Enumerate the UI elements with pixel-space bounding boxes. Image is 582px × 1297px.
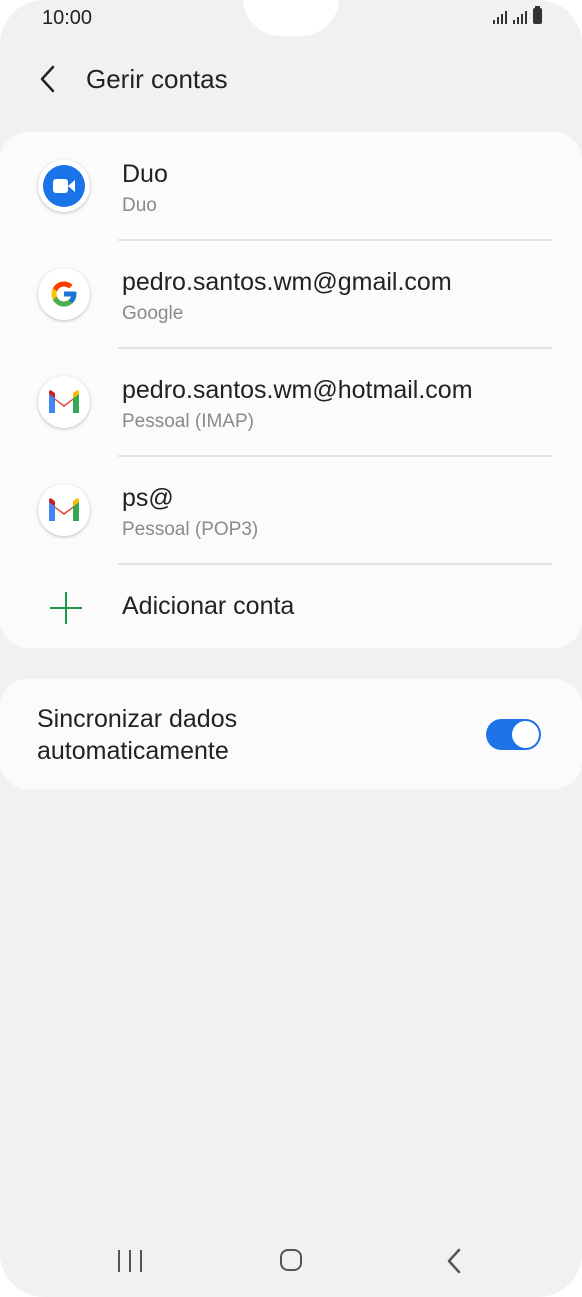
account-name: Duo	[122, 160, 168, 188]
account-type: Duo	[122, 195, 157, 216]
account-name: ps@	[122, 484, 174, 512]
phone-screen: 10:00 Gerir contas Duo Duo pedro.santos.…	[0, 0, 582, 1297]
account-type: Pessoal (POP3)	[122, 519, 259, 540]
sync-card[interactable]: Sincronizar dados automaticamente	[0, 679, 582, 789]
gmail-icon	[38, 484, 90, 536]
battery-icon	[533, 6, 542, 24]
account-name: pedro.santos.wm@hotmail.com	[122, 376, 473, 404]
camera-notch	[243, 0, 339, 36]
navigation-bar	[0, 1230, 582, 1290]
plus-icon	[50, 592, 82, 624]
account-item-imap[interactable]: pedro.santos.wm@hotmail.com Pessoal (IMA…	[0, 348, 582, 456]
account-name: pedro.santos.wm@gmail.com	[122, 268, 452, 296]
duo-icon	[38, 160, 90, 212]
add-account-button[interactable]: Adicionar conta	[0, 564, 582, 648]
status-icons	[493, 6, 542, 24]
account-item-duo[interactable]: Duo Duo	[0, 132, 582, 240]
sync-label: automaticamente	[37, 737, 229, 765]
back-chevron-icon	[447, 1248, 461, 1274]
signal-icon	[493, 8, 507, 24]
google-icon	[38, 268, 90, 320]
back-button[interactable]	[36, 64, 60, 94]
status-time: 10:00	[42, 7, 93, 29]
accounts-card: Duo Duo pedro.santos.wm@gmail.com Google	[0, 132, 582, 648]
recent-apps-button[interactable]	[118, 1250, 142, 1272]
nav-back-button[interactable]	[444, 1248, 464, 1274]
account-item-pop3[interactable]: ps@ Pessoal (POP3)	[0, 456, 582, 564]
toggle-knob	[512, 721, 539, 748]
sync-label: Sincronizar dados	[37, 705, 238, 733]
account-type: Pessoal (IMAP)	[122, 411, 254, 432]
home-button[interactable]	[280, 1249, 302, 1271]
gmail-icon	[38, 376, 90, 428]
signal-icon	[513, 8, 527, 24]
sync-toggle[interactable]	[486, 719, 541, 750]
account-type: Google	[122, 303, 184, 324]
app-header: Gerir contas	[0, 52, 582, 108]
page-title: Gerir contas	[86, 64, 228, 94]
back-arrow-icon	[40, 65, 55, 93]
account-item-google[interactable]: pedro.santos.wm@gmail.com Google	[0, 240, 582, 348]
add-account-label: Adicionar conta	[122, 592, 295, 620]
